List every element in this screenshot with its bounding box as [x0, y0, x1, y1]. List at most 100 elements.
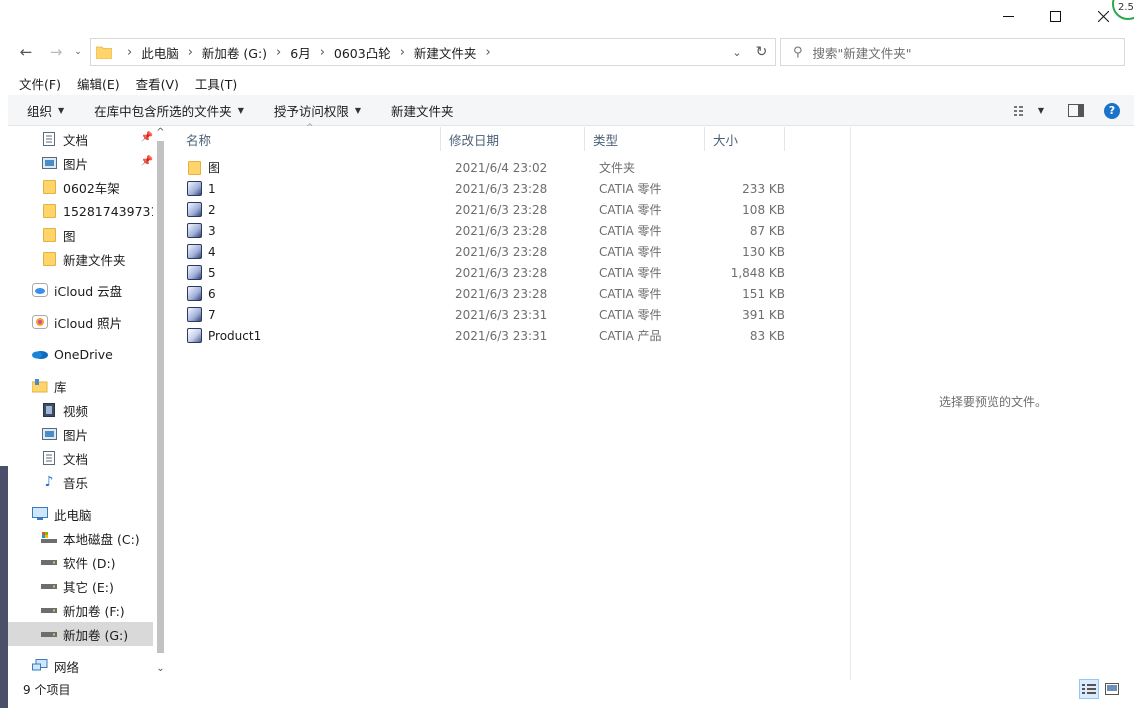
column-header-type[interactable]: 类型 — [585, 127, 705, 151]
nav-label: 本地磁盘 (C:) — [63, 531, 140, 547]
arrow-right-icon: → — [49, 43, 63, 61]
breadcrumb-item[interactable]: 新建文件夹 — [414, 43, 477, 62]
file-size: 1,848 KB — [730, 265, 785, 280]
view-options-icon[interactable] — [1013, 105, 1032, 117]
menu-file[interactable]: 文件(F) — [19, 74, 61, 93]
scroll-up-icon[interactable]: ^ — [155, 127, 166, 141]
nav-item-pictures-quick[interactable]: 图片 📌 — [8, 151, 153, 175]
file-name: 1 — [208, 181, 216, 196]
nav-item-folder[interactable]: 新建文件夹 — [8, 247, 153, 271]
nav-scrollbar[interactable]: ^ ⌄ — [155, 127, 166, 680]
help-button[interactable]: ? — [1104, 102, 1120, 119]
preview-pane-icon[interactable] — [1068, 104, 1084, 117]
forward-button[interactable]: → — [44, 40, 68, 64]
nav-item-this-pc[interactable]: 此电脑 — [8, 502, 153, 526]
catia-part-icon — [186, 265, 202, 281]
large-icons-view-button[interactable] — [1102, 679, 1122, 699]
details-view-button[interactable] — [1079, 679, 1099, 699]
file-type: CATIA 零件 — [599, 182, 662, 196]
search-input[interactable]: ⚲ 搜索"新建文件夹" — [780, 38, 1125, 66]
column-header-date[interactable]: 修改日期 — [441, 127, 585, 151]
scroll-down-icon[interactable]: ⌄ — [155, 663, 166, 677]
menu-bar: 文件(F) 编辑(E) 查看(V) 工具(T) — [8, 72, 1134, 94]
menu-view[interactable]: 查看(V) — [136, 74, 179, 93]
nav-item-library[interactable]: 库 — [8, 374, 153, 398]
nav-item-folder[interactable]: 1528174397310_Ti — [8, 199, 153, 223]
catia-part-icon — [186, 286, 202, 302]
file-date: 2021/6/3 23:31 — [455, 307, 548, 322]
nav-item-drive-d[interactable]: 软件 (D:) — [8, 550, 153, 574]
nav-item-folder[interactable]: 0602车架 — [8, 175, 153, 199]
file-size: 130 KB — [742, 244, 785, 259]
nav-item-drive-e[interactable]: 其它 (E:) — [8, 574, 153, 598]
nav-item-documents-quick[interactable]: 文档 📌 — [8, 127, 153, 151]
file-row[interactable]: Product1 2021/6/3 23:31 CATIA 产品 83 KB — [186, 325, 786, 346]
file-row[interactable]: 7 2021/6/3 23:31 CATIA 零件 391 KB — [186, 304, 786, 325]
file-type: CATIA 零件 — [599, 266, 662, 280]
breadcrumb-separator-icon[interactable]: › — [400, 45, 405, 60]
drive-icon — [41, 602, 57, 618]
back-button[interactable]: ← — [14, 40, 38, 64]
file-size — [714, 157, 785, 178]
refresh-icon: ↻ — [755, 44, 768, 60]
file-date: 2021/6/3 23:31 — [455, 328, 548, 343]
item-count: 9 个项目 — [23, 682, 71, 697]
new-folder-button[interactable]: 新建文件夹 — [391, 101, 454, 120]
pin-icon[interactable]: 📌 — [141, 156, 153, 167]
nav-label: 图 — [63, 228, 76, 244]
nav-item-folder[interactable]: 图 — [8, 223, 153, 247]
breadcrumb-item[interactable]: 0603凸轮 — [334, 43, 391, 62]
file-row[interactable]: 3 2021/6/3 23:28 CATIA 零件 87 KB — [186, 220, 786, 241]
file-row[interactable]: 2 2021/6/3 23:28 CATIA 零件 108 KB — [186, 199, 786, 220]
nav-item-drive-c[interactable]: 本地磁盘 (C:) — [8, 526, 153, 550]
file-name: 7 — [208, 307, 216, 322]
breadcrumb-separator-icon[interactable]: › — [320, 45, 325, 60]
recent-locations-button[interactable]: ⌄ — [70, 40, 86, 64]
grant-access-button[interactable]: 授予访问权限 ▼ — [274, 101, 361, 120]
caret-down-icon[interactable]: ▼ — [1038, 106, 1044, 115]
menu-tools[interactable]: 工具(T) — [195, 74, 237, 93]
nav-item-videos[interactable]: 视频 — [8, 398, 153, 422]
nav-item-network[interactable]: 网络 — [8, 654, 153, 678]
minimize-button[interactable] — [985, 0, 1031, 32]
file-row[interactable]: 4 2021/6/3 23:28 CATIA 零件 130 KB — [186, 241, 786, 262]
breadcrumb-item[interactable]: 6月 — [290, 43, 310, 62]
nav-item-onedrive[interactable]: OneDrive — [8, 342, 153, 366]
breadcrumb-separator-icon[interactable]: › — [127, 45, 132, 60]
refresh-button[interactable]: ↻ — [747, 39, 775, 65]
pin-icon[interactable]: 📌 — [141, 132, 153, 143]
nav-item-drive-g[interactable]: 新加卷 (G:) — [8, 622, 153, 646]
file-size: 83 KB — [749, 328, 785, 343]
menu-edit[interactable]: 编辑(E) — [77, 74, 120, 93]
column-header-name[interactable]: 名称 ^ — [178, 123, 441, 151]
breadcrumb-separator-icon[interactable]: › — [276, 45, 281, 60]
column-header-size[interactable]: 大小 — [705, 127, 785, 151]
nav-item-documents[interactable]: 文档 — [8, 446, 153, 470]
nav-item-pictures[interactable]: 图片 — [8, 422, 153, 446]
breadcrumb-separator-icon[interactable]: › — [485, 45, 490, 60]
scrollbar-thumb[interactable] — [157, 141, 164, 653]
file-row[interactable]: 5 2021/6/3 23:28 CATIA 零件 1,848 KB — [186, 262, 786, 283]
breadcrumb-item[interactable]: 新加卷 (G:) — [202, 43, 267, 62]
breadcrumb-separator-icon[interactable]: › — [188, 45, 193, 60]
nav-item-icloud-photos[interactable]: iCloud 照片 — [8, 310, 153, 334]
preview-pane: 选择要预览的文件。 — [850, 127, 1134, 680]
catia-part-icon — [186, 223, 202, 239]
file-row[interactable]: 6 2021/6/3 23:28 CATIA 零件 151 KB — [186, 283, 786, 304]
nav-item-drive-f[interactable]: 新加卷 (F:) — [8, 598, 153, 622]
address-bar[interactable]: › 此电脑 › 新加卷 (G:) › 6月 › 0603凸轮 › 新建文件夹 ›… — [90, 38, 776, 66]
file-type: CATIA 零件 — [599, 224, 662, 238]
breadcrumb-item[interactable]: 此电脑 — [141, 43, 179, 62]
file-row[interactable]: 图 2021/6/4 23:02 文件夹 — [186, 157, 786, 178]
file-type: CATIA 零件 — [599, 308, 662, 322]
nav-item-music[interactable]: ♪ 音乐 — [8, 470, 153, 494]
organize-button[interactable]: 组织 ▼ — [27, 101, 64, 120]
address-history-dropdown[interactable]: ⌄ — [729, 39, 745, 65]
maximize-button[interactable] — [1032, 0, 1078, 32]
file-name: 图 — [208, 161, 221, 175]
drive-icon — [41, 578, 57, 594]
file-type: CATIA 零件 — [599, 287, 662, 301]
nav-item-icloud-drive[interactable]: iCloud 云盘 — [8, 278, 153, 302]
file-row[interactable]: 1 2021/6/3 23:28 CATIA 零件 233 KB — [186, 178, 786, 199]
include-in-library-button[interactable]: 在库中包含所选的文件夹 ▼ — [94, 101, 244, 120]
